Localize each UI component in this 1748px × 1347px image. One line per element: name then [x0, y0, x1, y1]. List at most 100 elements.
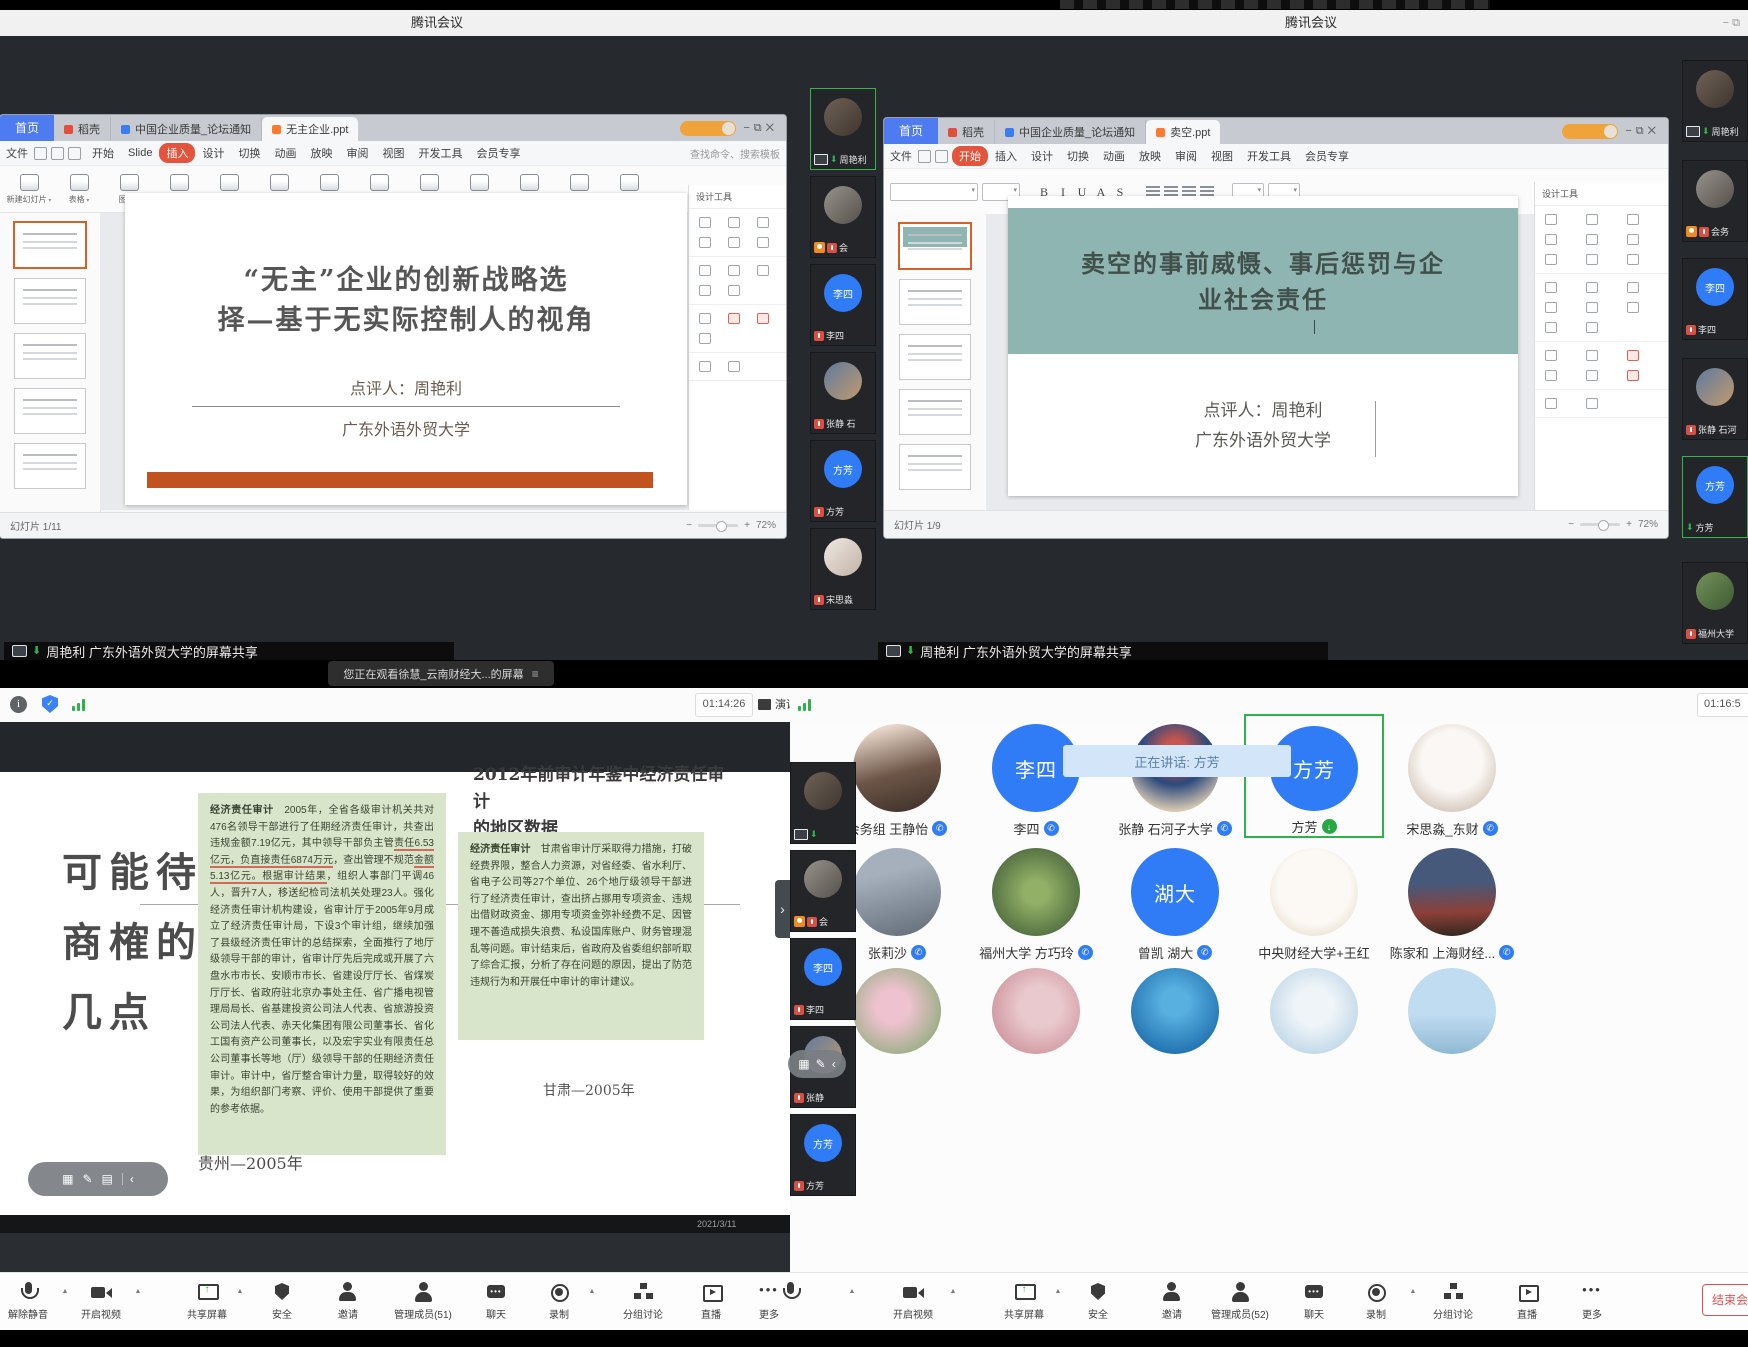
caret-up-icon[interactable]	[1055, 1288, 1062, 1295]
toolbar-button[interactable]: 管理成员(52)	[1202, 1280, 1278, 1321]
next-page-arrow[interactable]: ›	[775, 880, 790, 938]
slide-thumbnail[interactable]	[899, 389, 971, 435]
video-tile[interactable]	[790, 762, 856, 844]
caret-up-icon[interactable]	[135, 1288, 142, 1295]
save-icon[interactable]	[34, 147, 47, 160]
zoom-level[interactable]: 72%	[1638, 519, 1658, 530]
ribbon-tab[interactable]: 切换	[1060, 146, 1096, 166]
ribbon-item[interactable]: 新建幻灯片	[6, 174, 52, 205]
video-tile[interactable]: 周艳利	[1682, 60, 1748, 142]
slide-thumbnail[interactable]	[14, 443, 86, 489]
toolbar-button[interactable]: 开启视频	[875, 1280, 951, 1321]
wps-doc-tab[interactable]: 卖空.ppt	[1146, 120, 1220, 144]
ribbon-tab[interactable]: 开始	[85, 143, 121, 163]
toolbar-button[interactable]: 分组讨论	[1415, 1280, 1491, 1321]
participant-cell[interactable]	[1244, 958, 1384, 1054]
caret-up-icon[interactable]	[1410, 1288, 1417, 1295]
video-tile[interactable]: 方芳 方芳	[1682, 456, 1748, 538]
video-tile[interactable]: 方芳 方芳	[790, 1114, 856, 1196]
toolbar-button[interactable]: 分组讨论	[605, 1280, 681, 1321]
toolbar-button[interactable]: 录制	[1338, 1280, 1414, 1321]
ribbon-tab[interactable]: 设计	[195, 143, 231, 163]
zoom-slider[interactable]	[1580, 523, 1620, 526]
end-meeting-button[interactable]: 结束会议	[1702, 1284, 1748, 1316]
wps-window-controls[interactable]: −⧉✕	[743, 122, 778, 135]
video-tile[interactable]: 李四 李四	[810, 264, 876, 346]
ribbon-tab[interactable]: 视图	[375, 143, 411, 163]
caret-up-icon[interactable]	[589, 1288, 596, 1295]
zoom-out-icon[interactable]: −	[686, 520, 692, 531]
slide-thumbnail[interactable]	[14, 388, 86, 434]
toolbar-button[interactable]: 管理成员(51)	[385, 1280, 461, 1321]
redo-icon[interactable]	[68, 147, 81, 160]
toolbar-button[interactable]	[752, 1280, 828, 1306]
video-tile[interactable]: 李四 李四	[790, 938, 856, 1020]
annotation-board-icon[interactable]: ▤	[102, 1173, 113, 1185]
ribbon-tab[interactable]: 插入	[159, 143, 195, 163]
ribbon-tab[interactable]: 放映	[303, 143, 339, 163]
participant-cell[interactable]	[966, 958, 1106, 1054]
zoom-slider[interactable]	[698, 524, 738, 527]
wps-account-pill[interactable]	[680, 121, 736, 136]
file-menu[interactable]: 文件	[6, 145, 28, 161]
zoom-out-icon[interactable]: −	[1568, 519, 1574, 530]
ribbon-tab[interactable]: 审阅	[339, 143, 375, 163]
video-tile[interactable]: 福州大学	[1682, 562, 1748, 644]
ribbon-tab[interactable]: 开始	[952, 146, 988, 166]
security-shield-icon[interactable]	[42, 695, 58, 713]
toolbar-button[interactable]: 共享屏幕	[169, 1280, 245, 1321]
wps-doc-tab[interactable]: 稻壳	[938, 120, 995, 144]
video-tile[interactable]: 张静 石	[810, 352, 876, 434]
ribbon-tab[interactable]: 放映	[1132, 146, 1168, 166]
ribbon-tab[interactable]: 设计	[1024, 146, 1060, 166]
wps-doc-tab[interactable]: 中国企业质量_论坛通知	[111, 117, 262, 141]
ribbon-tab[interactable]: 动画	[1096, 146, 1132, 166]
participant-cell[interactable]: 福州大学 方巧玲	[966, 838, 1106, 962]
tr-wps-home-button[interactable]: 首页	[884, 118, 938, 144]
collapse-chevron-icon[interactable]: ‹	[832, 1058, 836, 1070]
video-tile[interactable]: 方芳 方芳	[810, 440, 876, 522]
tr-titlebar-controls[interactable]: − ⧉	[1723, 10, 1740, 36]
ribbon-tab[interactable]: 动画	[267, 143, 303, 163]
participant-cell[interactable]	[1105, 958, 1245, 1054]
toolbar-button[interactable]: 邀请	[310, 1280, 386, 1321]
participant-cell[interactable]	[1382, 958, 1522, 1054]
toolbar-button[interactable]: 解除静音	[0, 1280, 66, 1321]
toolbar-button[interactable]: 安全	[1060, 1280, 1136, 1321]
caret-up-icon[interactable]	[950, 1288, 957, 1295]
ribbon-tab[interactable]: 会员专享	[1298, 146, 1356, 166]
slide-thumbnail[interactable]	[899, 444, 971, 490]
file-menu[interactable]: 文件	[890, 148, 912, 164]
slide-thumbnail[interactable]	[13, 221, 87, 269]
save-icon[interactable]	[918, 150, 931, 163]
caret-up-icon[interactable]	[62, 1288, 69, 1295]
wps-window-controls[interactable]: −⧉✕	[1625, 125, 1660, 138]
zoom-in-icon[interactable]: +	[1626, 519, 1632, 530]
bl-annotation-toolbar[interactable]: ▦ ✎ ▤ ‹	[28, 1162, 168, 1196]
toolbar-button[interactable]: 开启视频	[63, 1280, 139, 1321]
toolbar-button[interactable]: 录制	[521, 1280, 597, 1321]
wps-doc-tab[interactable]: 稻壳	[54, 117, 111, 141]
zoom-level[interactable]: 72%	[756, 520, 776, 531]
ribbon-tab[interactable]: 审阅	[1168, 146, 1204, 166]
ribbon-tab[interactable]: 切换	[231, 143, 267, 163]
ribbon-tab[interactable]: 开发工具	[411, 143, 469, 163]
annotation-pen-icon[interactable]: ✎	[82, 1173, 92, 1185]
video-tile[interactable]: 周艳利	[810, 88, 876, 170]
slide-thumbnail[interactable]	[899, 334, 971, 380]
participant-cell[interactable]: 湖大 曾凯 湖大	[1105, 838, 1245, 962]
annotation-grid-icon[interactable]: ▦	[62, 1173, 73, 1185]
participant-cell[interactable]: 陈家和 上海财经...	[1382, 838, 1522, 962]
slide-thumbnail[interactable]	[14, 278, 86, 324]
video-tile[interactable]: 会	[810, 176, 876, 258]
toolbar-button[interactable]: 安全	[244, 1280, 320, 1321]
slide-thumbnail[interactable]	[898, 222, 972, 270]
br-annotation-toolbar[interactable]: ▦ ✎ ‹	[788, 1050, 846, 1078]
collapse-chevron-icon[interactable]: ‹	[122, 1173, 134, 1185]
caret-up-icon[interactable]	[237, 1288, 244, 1295]
participant-cell[interactable]: 中央财经大学+王红	[1244, 838, 1384, 962]
annotation-grid-icon[interactable]: ▦	[798, 1058, 809, 1070]
ribbon-tab[interactable]: 会员专享	[469, 143, 527, 163]
slide-thumbnail[interactable]	[899, 279, 971, 325]
wps-doc-tab[interactable]: 无主企业.ppt	[262, 117, 358, 141]
